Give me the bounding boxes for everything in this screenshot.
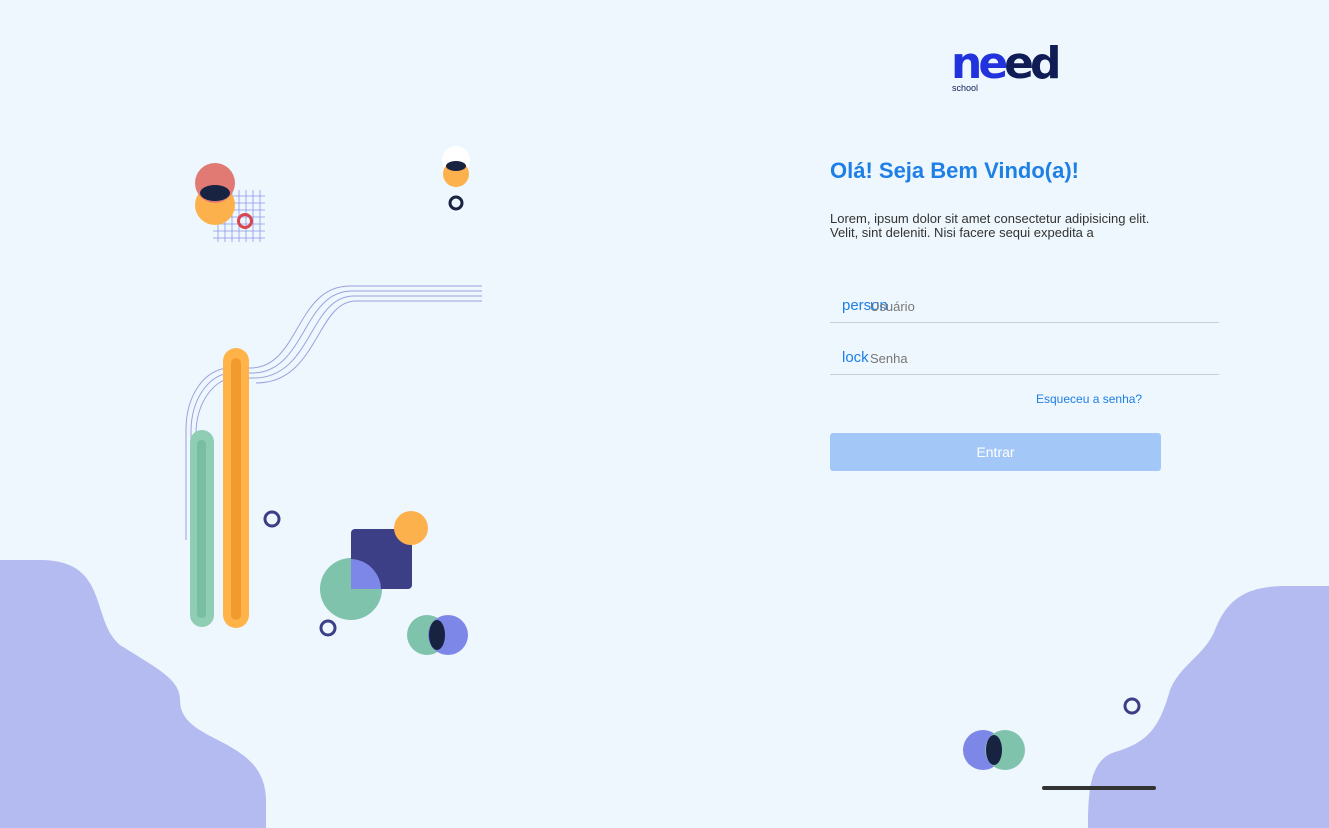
username-field[interactable]: person (830, 292, 1219, 323)
username-input[interactable] (870, 296, 1200, 316)
forgot-password-link[interactable]: Esqueceu a senha? (1036, 392, 1142, 406)
welcome-heading: Olá! Seja Bem Vindo(a)! (830, 158, 1079, 183)
navy-ring-1 (263, 510, 281, 528)
logo-subtitle: school (952, 83, 979, 93)
password-field[interactable]: lock (830, 344, 1219, 375)
orange-square-circle (394, 511, 428, 545)
home-indicator-bar (1042, 786, 1156, 790)
navy-ring-2 (319, 619, 337, 637)
login-button[interactable]: Entrar (830, 433, 1161, 471)
lock-icon: lock (842, 349, 869, 366)
logo-wordmark: need (951, 38, 1062, 89)
password-input[interactable] (870, 348, 1200, 368)
navy-ring-top (448, 195, 464, 211)
navy-eye (200, 185, 230, 201)
navy-small-eye (446, 161, 466, 171)
need-school-logo: need school (951, 38, 1062, 100)
navy-ring-3 (1123, 697, 1141, 715)
background-illustration (0, 146, 1329, 828)
welcome-description: Lorem, ipsum dolor sit amet consectetur … (830, 211, 1150, 240)
red-ring (237, 213, 253, 229)
